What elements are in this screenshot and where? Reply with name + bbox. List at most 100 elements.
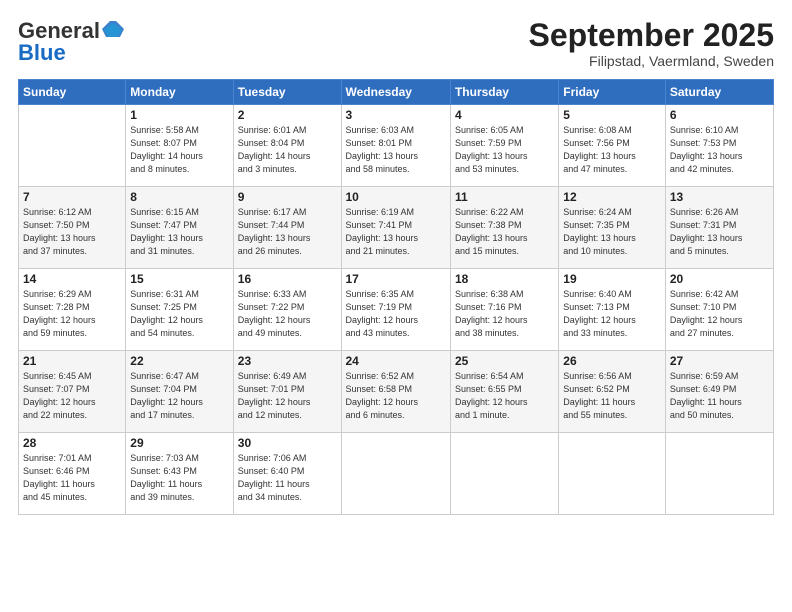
- calendar-cell: 23 Sunrise: 6:49 AM Sunset: 7:01 PM Dayli…: [233, 351, 341, 433]
- day-number: 2: [238, 108, 337, 122]
- day-number: 5: [563, 108, 661, 122]
- day-number: 25: [455, 354, 554, 368]
- day-number: 16: [238, 272, 337, 286]
- day-number: 4: [455, 108, 554, 122]
- day-number: 12: [563, 190, 661, 204]
- weekday-header-row: SundayMondayTuesdayWednesdayThursdayFrid…: [19, 80, 774, 105]
- month-title: September 2025: [529, 18, 774, 53]
- calendar-cell: 28 Sunrise: 7:01 AM Sunset: 6:46 PM Dayli…: [19, 433, 126, 515]
- calendar-cell: 21 Sunrise: 6:45 AM Sunset: 7:07 PM Dayli…: [19, 351, 126, 433]
- calendar-cell: 22 Sunrise: 6:47 AM Sunset: 7:04 PM Dayli…: [126, 351, 233, 433]
- day-number: 7: [23, 190, 121, 204]
- day-number: 26: [563, 354, 661, 368]
- day-info: Sunrise: 6:49 AM Sunset: 7:01 PM Dayligh…: [238, 370, 337, 422]
- day-info: Sunrise: 7:06 AM Sunset: 6:40 PM Dayligh…: [238, 452, 337, 504]
- day-info: Sunrise: 6:38 AM Sunset: 7:16 PM Dayligh…: [455, 288, 554, 340]
- day-info: Sunrise: 6:01 AM Sunset: 8:04 PM Dayligh…: [238, 124, 337, 176]
- calendar-cell: [559, 433, 666, 515]
- calendar-cell: 24 Sunrise: 6:52 AM Sunset: 6:58 PM Dayli…: [341, 351, 450, 433]
- calendar-cell: 27 Sunrise: 6:59 AM Sunset: 6:49 PM Dayli…: [665, 351, 773, 433]
- day-number: 29: [130, 436, 228, 450]
- weekday-header-sunday: Sunday: [19, 80, 126, 105]
- calendar-cell: [19, 105, 126, 187]
- calendar-cell: 29 Sunrise: 7:03 AM Sunset: 6:43 PM Dayli…: [126, 433, 233, 515]
- day-number: 1: [130, 108, 228, 122]
- day-number: 13: [670, 190, 769, 204]
- day-info: Sunrise: 6:08 AM Sunset: 7:56 PM Dayligh…: [563, 124, 661, 176]
- weekday-header-monday: Monday: [126, 80, 233, 105]
- calendar-cell: 10 Sunrise: 6:19 AM Sunset: 7:41 PM Dayli…: [341, 187, 450, 269]
- day-info: Sunrise: 7:03 AM Sunset: 6:43 PM Dayligh…: [130, 452, 228, 504]
- calendar-week-row: 7 Sunrise: 6:12 AM Sunset: 7:50 PM Daylig…: [19, 187, 774, 269]
- day-info: Sunrise: 6:26 AM Sunset: 7:31 PM Dayligh…: [670, 206, 769, 258]
- calendar-week-row: 14Sunrise: 6:29 AM Sunset: 7:28 PM Dayli…: [19, 269, 774, 351]
- day-number: 22: [130, 354, 228, 368]
- day-info: Sunrise: 5:58 AM Sunset: 8:07 PM Dayligh…: [130, 124, 228, 176]
- calendar-cell: 2 Sunrise: 6:01 AM Sunset: 8:04 PM Daylig…: [233, 105, 341, 187]
- day-info: Sunrise: 6:52 AM Sunset: 6:58 PM Dayligh…: [346, 370, 446, 422]
- day-info: Sunrise: 6:22 AM Sunset: 7:38 PM Dayligh…: [455, 206, 554, 258]
- calendar-cell: 3Sunrise: 6:03 AM Sunset: 8:01 PM Daylig…: [341, 105, 450, 187]
- logo-icon: [102, 19, 124, 39]
- calendar-cell: 18Sunrise: 6:38 AM Sunset: 7:16 PM Dayli…: [450, 269, 558, 351]
- weekday-header-friday: Friday: [559, 80, 666, 105]
- day-info: Sunrise: 6:59 AM Sunset: 6:49 PM Dayligh…: [670, 370, 769, 422]
- day-number: 20: [670, 272, 769, 286]
- day-info: Sunrise: 6:56 AM Sunset: 6:52 PM Dayligh…: [563, 370, 661, 422]
- calendar-cell: 6Sunrise: 6:10 AM Sunset: 7:53 PM Daylig…: [665, 105, 773, 187]
- calendar-table: SundayMondayTuesdayWednesdayThursdayFrid…: [18, 79, 774, 515]
- day-number: 15: [130, 272, 228, 286]
- day-info: Sunrise: 6:31 AM Sunset: 7:25 PM Dayligh…: [130, 288, 228, 340]
- calendar-cell: 12Sunrise: 6:24 AM Sunset: 7:35 PM Dayli…: [559, 187, 666, 269]
- calendar-cell: 14Sunrise: 6:29 AM Sunset: 7:28 PM Dayli…: [19, 269, 126, 351]
- calendar-cell: 4Sunrise: 6:05 AM Sunset: 7:59 PM Daylig…: [450, 105, 558, 187]
- day-number: 24: [346, 354, 446, 368]
- calendar-cell: 25Sunrise: 6:54 AM Sunset: 6:55 PM Dayli…: [450, 351, 558, 433]
- calendar-cell: 17 Sunrise: 6:35 AM Sunset: 7:19 PM Dayli…: [341, 269, 450, 351]
- day-number: 28: [23, 436, 121, 450]
- calendar-cell: 7 Sunrise: 6:12 AM Sunset: 7:50 PM Daylig…: [19, 187, 126, 269]
- day-number: 6: [670, 108, 769, 122]
- day-number: 30: [238, 436, 337, 450]
- day-number: 11: [455, 190, 554, 204]
- day-number: 9: [238, 190, 337, 204]
- weekday-header-thursday: Thursday: [450, 80, 558, 105]
- calendar-cell: 20 Sunrise: 6:42 AM Sunset: 7:10 PM Dayli…: [665, 269, 773, 351]
- weekday-header-wednesday: Wednesday: [341, 80, 450, 105]
- day-info: Sunrise: 6:17 AM Sunset: 7:44 PM Dayligh…: [238, 206, 337, 258]
- day-info: Sunrise: 6:35 AM Sunset: 7:19 PM Dayligh…: [346, 288, 446, 340]
- day-info: Sunrise: 6:47 AM Sunset: 7:04 PM Dayligh…: [130, 370, 228, 422]
- day-info: Sunrise: 6:12 AM Sunset: 7:50 PM Dayligh…: [23, 206, 121, 258]
- day-info: Sunrise: 6:42 AM Sunset: 7:10 PM Dayligh…: [670, 288, 769, 340]
- weekday-header-tuesday: Tuesday: [233, 80, 341, 105]
- calendar-cell: [341, 433, 450, 515]
- day-number: 17: [346, 272, 446, 286]
- calendar-cell: 11 Sunrise: 6:22 AM Sunset: 7:38 PM Dayli…: [450, 187, 558, 269]
- title-area: September 2025 Filipstad, Vaermland, Swe…: [529, 18, 774, 69]
- day-number: 21: [23, 354, 121, 368]
- calendar-week-row: 21 Sunrise: 6:45 AM Sunset: 7:07 PM Dayli…: [19, 351, 774, 433]
- subtitle: Filipstad, Vaermland, Sweden: [529, 53, 774, 69]
- logo: General Blue: [18, 18, 124, 66]
- day-number: 23: [238, 354, 337, 368]
- day-info: Sunrise: 6:45 AM Sunset: 7:07 PM Dayligh…: [23, 370, 121, 422]
- day-number: 19: [563, 272, 661, 286]
- calendar-week-row: 28 Sunrise: 7:01 AM Sunset: 6:46 PM Dayli…: [19, 433, 774, 515]
- day-number: 3: [346, 108, 446, 122]
- calendar-cell: [450, 433, 558, 515]
- calendar-cell: 8 Sunrise: 6:15 AM Sunset: 7:47 PM Daylig…: [126, 187, 233, 269]
- calendar-cell: 13 Sunrise: 6:26 AM Sunset: 7:31 PM Dayli…: [665, 187, 773, 269]
- day-number: 8: [130, 190, 228, 204]
- day-info: Sunrise: 6:15 AM Sunset: 7:47 PM Dayligh…: [130, 206, 228, 258]
- calendar-cell: 9 Sunrise: 6:17 AM Sunset: 7:44 PM Daylig…: [233, 187, 341, 269]
- calendar-cell: [665, 433, 773, 515]
- day-info: Sunrise: 7:01 AM Sunset: 6:46 PM Dayligh…: [23, 452, 121, 504]
- day-number: 27: [670, 354, 769, 368]
- page-header: General Blue September 2025 Filipstad, V…: [18, 18, 774, 69]
- calendar-cell: 19Sunrise: 6:40 AM Sunset: 7:13 PM Dayli…: [559, 269, 666, 351]
- calendar-cell: 5 Sunrise: 6:08 AM Sunset: 7:56 PM Daylig…: [559, 105, 666, 187]
- day-number: 10: [346, 190, 446, 204]
- calendar-week-row: 1 Sunrise: 5:58 AM Sunset: 8:07 PM Daylig…: [19, 105, 774, 187]
- day-info: Sunrise: 6:19 AM Sunset: 7:41 PM Dayligh…: [346, 206, 446, 258]
- day-info: Sunrise: 6:33 AM Sunset: 7:22 PM Dayligh…: [238, 288, 337, 340]
